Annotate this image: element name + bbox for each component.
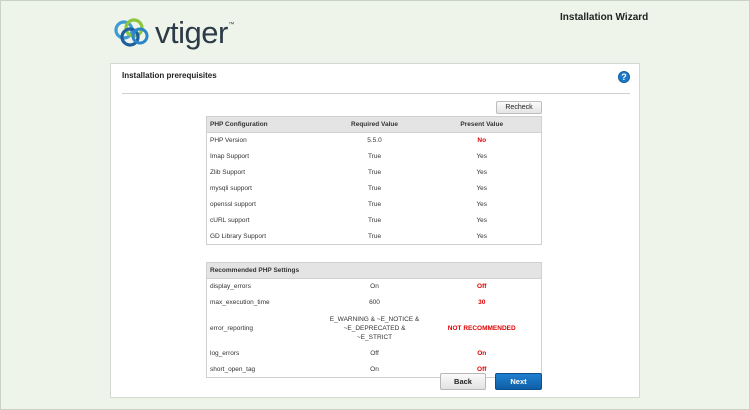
table-row: error_reporting E_WARNING & ~E_NOTICE & ~…: [207, 311, 542, 346]
table-row: Zlib Support True Yes: [207, 165, 542, 181]
required-value: On: [370, 365, 379, 373]
present-value: 30: [478, 299, 486, 306]
setting-name: mysqli support: [210, 185, 252, 192]
vtiger-logo-icon: [114, 18, 149, 47]
section-header: Recommended PHP Settings: [206, 262, 542, 279]
required-value: 600: [369, 299, 380, 306]
table-header-row: PHP Configuration Required Value Present…: [206, 116, 542, 133]
table-row: short_open_tag On Off: [207, 362, 542, 378]
logo-text: vtiger ™: [155, 15, 234, 50]
setting-name: log_errors: [210, 350, 240, 357]
required-value: True: [367, 153, 382, 160]
required-value: True: [367, 232, 382, 240]
required-value: 5.5.0: [367, 137, 382, 145]
table-row: Imap Support True Yes: [207, 149, 542, 165]
present-value: Yes: [476, 201, 488, 208]
setting-name: Zlib Support: [210, 169, 246, 176]
required-value-line: ~E_DEPRECATED & ~E_STRICT: [343, 324, 406, 341]
setting-name: error_reporting: [210, 324, 253, 332]
required-value: True: [367, 185, 382, 192]
required-value: True: [367, 217, 382, 224]
table-row: log_errors Off On: [207, 346, 542, 362]
required-value: True: [367, 201, 382, 208]
table-row: display_errors On Off: [207, 279, 542, 295]
vtiger-logo: vtiger ™: [112, 15, 234, 50]
present-value: Yes: [476, 153, 488, 160]
table-row: GD Library Support True Yes: [207, 229, 542, 245]
present-value: Yes: [476, 185, 488, 192]
required-value: Off: [370, 350, 379, 357]
required-value: True: [367, 169, 382, 176]
table-header-row: Recommended PHP Settings: [206, 262, 542, 279]
setting-name: max_execution_time: [210, 299, 270, 306]
setting-name: Imap Support: [210, 153, 250, 160]
divider: [122, 93, 630, 94]
present-value: Yes: [476, 217, 488, 224]
column-header: Required Value: [326, 116, 423, 133]
setting-name: cURL support: [210, 217, 250, 224]
required-value-line: E_WARNING & ~E_NOTICE &: [329, 315, 420, 323]
column-header: PHP Configuration: [206, 116, 327, 133]
setting-name: short_open_tag: [210, 365, 256, 373]
back-button[interactable]: Back: [440, 373, 486, 390]
table-row: PHP Version 5.5.0 No: [207, 133, 542, 149]
present-value: Yes: [476, 169, 488, 176]
help-icon[interactable]: ?: [618, 71, 630, 83]
required-value: On: [370, 283, 379, 291]
column-header: Present Value: [422, 116, 542, 133]
setting-name: PHP Version: [210, 137, 247, 145]
setting-name: display_errors: [210, 283, 251, 291]
page-title: Installation Wizard: [560, 12, 649, 23]
present-value: Yes: [476, 232, 488, 240]
table-row: cURL support True Yes: [207, 213, 542, 229]
table-row: max_execution_time 600 30: [207, 295, 542, 311]
next-button[interactable]: Next: [495, 373, 542, 390]
php-configuration-table: PHP Configuration Required Value Present…: [206, 116, 542, 245]
setting-name: GD Library Support: [210, 232, 266, 240]
present-value: No: [477, 137, 487, 145]
table-row: openssl support True Yes: [207, 197, 542, 213]
panel-title: Installation prerequisites: [122, 71, 217, 80]
required-value: E_WARNING & ~E_NOTICE & ~E_DEPRECATED & ~…: [327, 311, 423, 346]
recommended-settings-table: Recommended PHP Settings display_errors …: [206, 262, 542, 378]
table-row: mysqli support True Yes: [207, 181, 542, 197]
main-panel: Installation prerequisites ? Recheck PHP…: [110, 63, 640, 398]
present-value: Off: [477, 283, 487, 291]
recheck-button[interactable]: Recheck: [496, 101, 542, 114]
present-value: NOT RECOMMENDED: [447, 324, 516, 332]
present-value: On: [477, 350, 487, 357]
setting-name: openssl support: [210, 201, 256, 208]
